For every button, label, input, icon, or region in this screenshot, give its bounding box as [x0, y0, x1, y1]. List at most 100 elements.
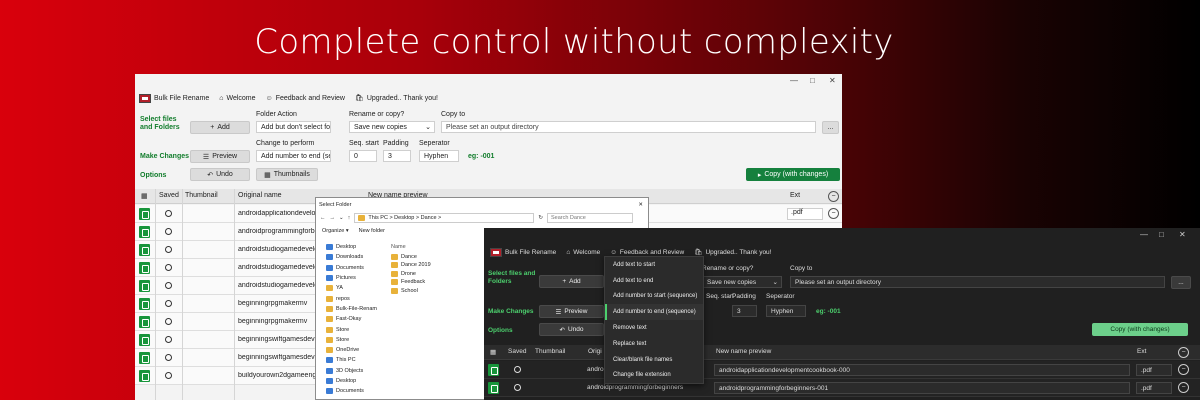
col-saved[interactable]: Saved: [159, 192, 179, 199]
select-all-icon[interactable]: ▦: [141, 192, 148, 200]
dropdown-option[interactable]: Replace text: [605, 336, 703, 352]
col-thumbnail[interactable]: Thumbnail: [535, 348, 565, 355]
welcome-menu[interactable]: ⌂ Welcome: [219, 95, 255, 102]
table-row[interactable]: androidprogrammingforbeginners androidpro…: [484, 379, 1200, 397]
dialog-search-input[interactable]: Search Dance: [546, 213, 633, 223]
browse-button[interactable]: ...: [822, 121, 839, 134]
up-icon[interactable]: ↑: [348, 215, 351, 221]
upgraded-menu[interactable]: 🛍 Upgraded.. Thank you!: [694, 248, 771, 257]
new-folder-button[interactable]: New folder: [359, 228, 385, 234]
chevron-down-icon[interactable]: ⌄: [339, 215, 344, 221]
remove-all-icon[interactable]: −: [828, 191, 839, 202]
rename-or-copy-select[interactable]: Save new copies ⌄: [702, 276, 782, 288]
tree-item[interactable]: Store: [326, 324, 388, 334]
dropdown-option[interactable]: Add text to start: [605, 257, 703, 273]
tree-item[interactable]: This PC: [326, 355, 388, 365]
tree-item[interactable]: YA: [326, 283, 388, 293]
rename-or-copy-label: Rename or copy?: [349, 111, 405, 118]
col-original[interactable]: Origi: [588, 348, 602, 355]
padding-input[interactable]: 3: [383, 150, 411, 162]
col-ext[interactable]: Ext: [790, 192, 800, 199]
col-thumbnail[interactable]: Thumbnail: [185, 192, 218, 199]
maximize-icon[interactable]: □: [1159, 230, 1164, 239]
welcome-menu[interactable]: ⌂ Welcome: [566, 249, 600, 256]
copy-with-changes-button[interactable]: ▸ Copy (with changes): [746, 168, 840, 181]
tree-item[interactable]: Desktop: [326, 242, 388, 252]
app-menu[interactable]: Bulk File Rename: [490, 247, 556, 257]
preview-button[interactable]: ☰ Preview: [539, 305, 604, 318]
dropdown-option[interactable]: Remove text: [605, 320, 703, 336]
seq-start-input[interactable]: 0: [349, 150, 377, 162]
remove-row-icon[interactable]: −: [1178, 364, 1189, 375]
dropdown-option[interactable]: Change file extension: [605, 368, 703, 384]
tree-item[interactable]: 3D Objects: [326, 366, 388, 376]
tree-item[interactable]: Documents: [326, 386, 388, 396]
close-icon[interactable]: ✕: [1179, 230, 1186, 239]
ext-input[interactable]: .pdf: [787, 208, 823, 220]
minimize-icon[interactable]: —: [1140, 230, 1148, 239]
ext-input[interactable]: .pdf: [1136, 382, 1172, 394]
add-button[interactable]: + Add: [539, 275, 604, 288]
organize-button[interactable]: Organize ▾: [322, 228, 349, 234]
name-column-header[interactable]: Name: [391, 242, 431, 252]
thumbnails-button[interactable]: ▦ Thumbnails: [256, 168, 318, 181]
close-icon[interactable]: ✕: [638, 202, 643, 208]
feedback-menu[interactable]: ☺ Feedback and Review: [610, 249, 684, 256]
col-saved[interactable]: Saved: [508, 348, 526, 355]
browse-button[interactable]: ...: [1171, 276, 1191, 289]
file-list-item[interactable]: Feedback: [391, 278, 431, 287]
tree-item[interactable]: Documents: [326, 263, 388, 273]
ext-input[interactable]: .pdf: [1136, 364, 1172, 376]
copy-with-changes-button[interactable]: Copy (with changes): [1092, 323, 1188, 336]
remove-row-icon[interactable]: −: [828, 208, 839, 219]
preview-button[interactable]: ☰ Preview: [190, 150, 250, 163]
col-original[interactable]: Original name: [238, 192, 282, 199]
copy-to-input[interactable]: Please set an output directory: [441, 121, 816, 133]
address-bar[interactable]: This PC > Desktop > Dance >: [354, 213, 535, 223]
copy-to-input[interactable]: Please set an output directory: [790, 276, 1165, 288]
tree-item[interactable]: OneDrive: [326, 345, 388, 355]
feedback-menu[interactable]: ☺ Feedback and Review: [266, 95, 345, 102]
col-preview[interactable]: New name preview: [716, 348, 771, 355]
change-select[interactable]: Add number to end (sequ: [256, 150, 331, 162]
tree-item[interactable]: Fast-Okay: [326, 314, 388, 324]
forward-icon[interactable]: →: [330, 215, 336, 221]
upgraded-menu[interactable]: 🛍 Upgraded.. Thank you!: [355, 94, 438, 103]
separator-select[interactable]: Hyphen: [766, 305, 806, 317]
select-all-icon[interactable]: ▦: [490, 348, 496, 356]
maximize-icon[interactable]: □: [810, 76, 815, 85]
dropdown-option[interactable]: Add number to end (sequence): [605, 304, 703, 321]
tree-item[interactable]: Pictures: [326, 273, 388, 283]
file-list-item[interactable]: Dance: [391, 252, 431, 261]
col-ext[interactable]: Ext: [1137, 348, 1146, 355]
tree-item[interactable]: Bulk-File-Renam: [326, 304, 388, 314]
new-name-input[interactable]: androidprogrammingforbeginners-001: [714, 382, 1130, 394]
tree-item[interactable]: Store: [326, 335, 388, 345]
file-list-item[interactable]: School: [391, 287, 431, 296]
tree-item[interactable]: Desktop: [326, 376, 388, 386]
rename-or-copy-label: Rename or copy?: [702, 265, 754, 272]
minimize-icon[interactable]: —: [790, 76, 798, 85]
rename-or-copy-select[interactable]: Save new copies ⌄: [349, 121, 435, 133]
tree-item[interactable]: repos: [326, 293, 388, 303]
remove-all-icon[interactable]: −: [1178, 347, 1189, 358]
app-menu[interactable]: Bulk File Rename: [139, 93, 209, 103]
dropdown-option[interactable]: Clear/blank file names: [605, 352, 703, 368]
dropdown-option[interactable]: Add text to end: [605, 273, 703, 289]
file-list-item[interactable]: Drone: [391, 269, 431, 278]
new-name-input[interactable]: androidapplicationdevelopmentcookbook-00…: [714, 364, 1130, 376]
undo-button[interactable]: ↶ Undo: [539, 323, 604, 336]
folder-action-select[interactable]: Add but don't select folde: [256, 121, 331, 133]
back-icon[interactable]: ←: [320, 215, 326, 221]
close-icon[interactable]: ✕: [829, 76, 836, 85]
add-button[interactable]: + Add: [190, 121, 250, 134]
remove-row-icon[interactable]: −: [1178, 382, 1189, 393]
file-list-item[interactable]: Dance 2019: [391, 261, 431, 270]
padding-input[interactable]: 3: [732, 305, 757, 317]
refresh-icon[interactable]: ↻: [538, 215, 543, 221]
table-row[interactable]: androi androidapplicationdevelopmentcookb…: [484, 361, 1200, 379]
undo-button[interactable]: ↶ Undo: [190, 168, 250, 181]
separator-select[interactable]: Hyphen: [419, 150, 459, 162]
dropdown-option[interactable]: Add number to start (sequence): [605, 289, 703, 305]
tree-item[interactable]: Downloads: [326, 252, 388, 262]
